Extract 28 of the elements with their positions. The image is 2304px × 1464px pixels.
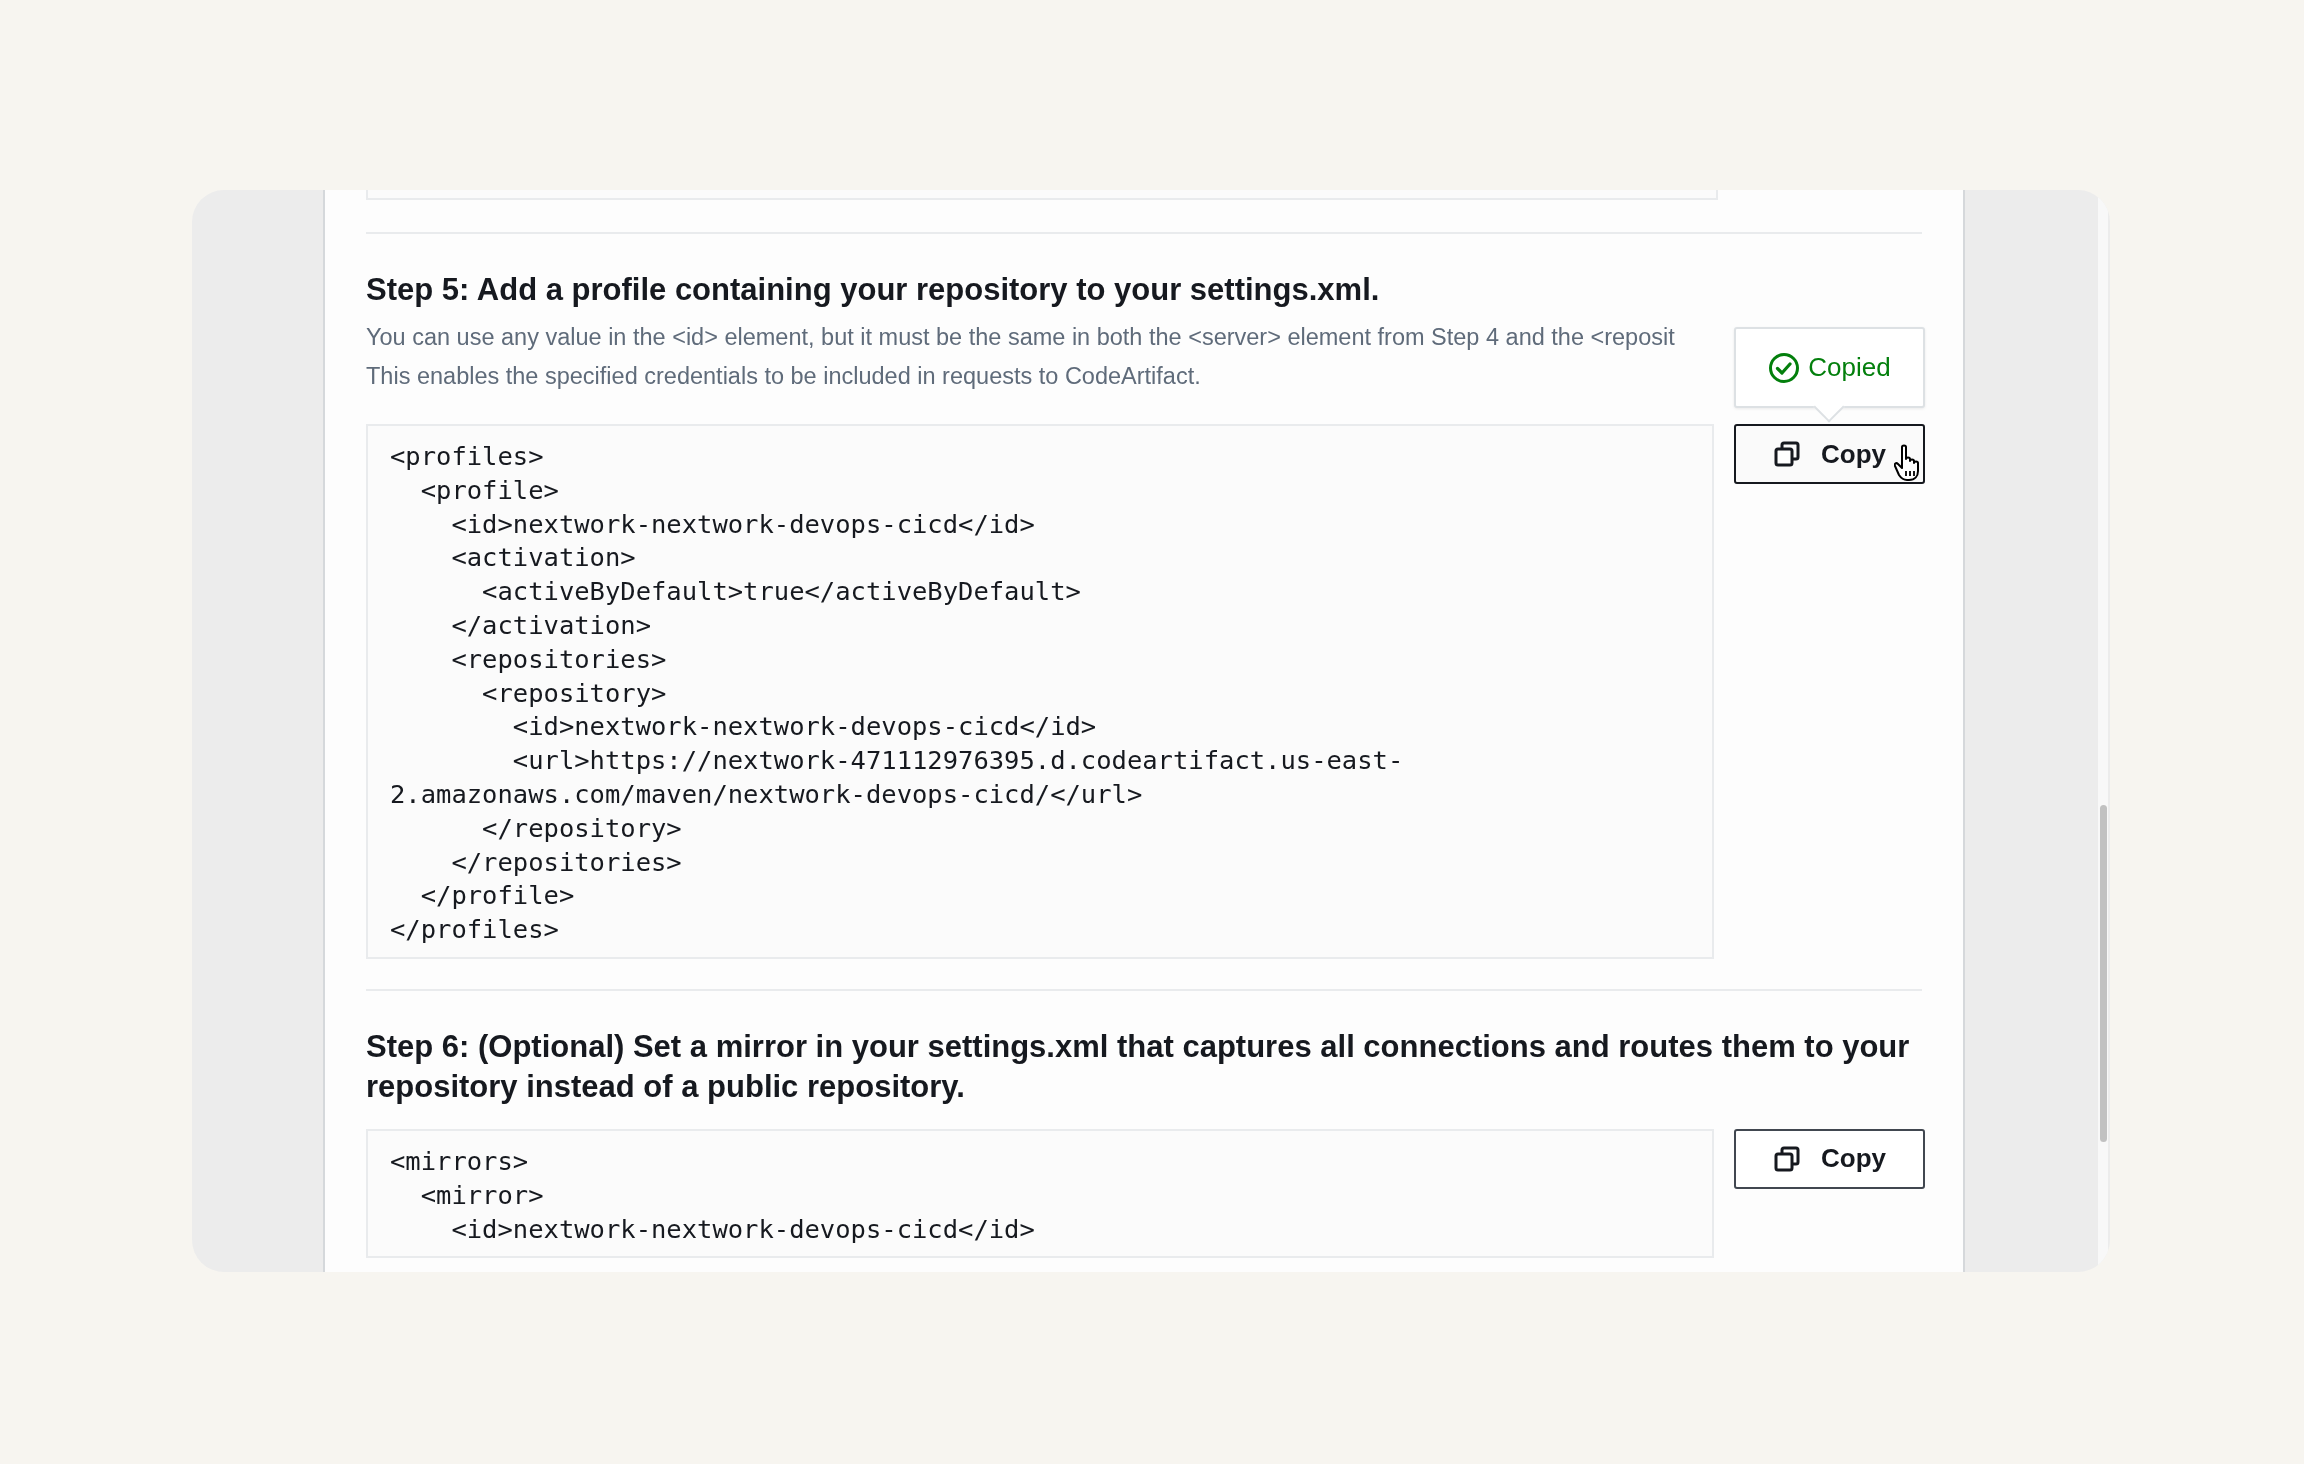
step-heading: Step 5: Add a profile containing your repository to your settings.xml. (366, 271, 1381, 309)
code-line: <mirror> (419, 1178, 545, 1212)
copy-button[interactable]: Copy (1734, 424, 1925, 484)
code-line: <profile> (419, 473, 560, 507)
check-circle-icon (1768, 351, 1801, 384)
code-line: <id>nextwork-nextwork-devops-cicd</id> (450, 507, 1036, 541)
code-line: </profiles> (390, 913, 560, 947)
code-line: <mirrors> (390, 1144, 530, 1178)
code-line: <id>nextwork-nextwork-devops-cicd</id> (511, 710, 1098, 744)
copy-icon (1773, 440, 1801, 468)
code-line: 2.amazonaws.com/maven/nextwork-devops-cicd/</url> (390, 777, 1144, 811)
copy-button[interactable]: Copy (1734, 1128, 1925, 1189)
code-line: </activation> (450, 609, 652, 642)
code-line: <activation> (450, 541, 637, 575)
code-line: <url>https://nextwork-471112976395.d.codeartifact.us-east- (511, 744, 1405, 778)
code-line: </profile> (419, 879, 576, 913)
code-line: <profiles> (390, 440, 545, 473)
scrollbar[interactable] (2100, 805, 2107, 1142)
code-line: <repositories> (450, 642, 668, 676)
code-line: <id>nextwork-nextwork-devops-cicd</id> (450, 1212, 1036, 1246)
description-text: You can use any value in the <id> element, but it must be the same in both the <server> element from Step 4 and the <reposit (366, 323, 1675, 352)
step-heading: Step 6: (Optional) Set a mirror in your settings.xml that captures all connections and routes them to your repository instead of a public repository. (366, 1027, 1911, 1106)
code-line: </repository> (481, 811, 683, 845)
code-line: </repositories> (450, 845, 683, 879)
copy-icon (1773, 1144, 1801, 1173)
code-line: <activeByDefault>true</activeByDefault> (481, 575, 1082, 609)
code-line: <repository> (481, 676, 668, 710)
description-text: This enables the specified credentials to be included in requests to CodeArtifact. (366, 362, 1201, 391)
